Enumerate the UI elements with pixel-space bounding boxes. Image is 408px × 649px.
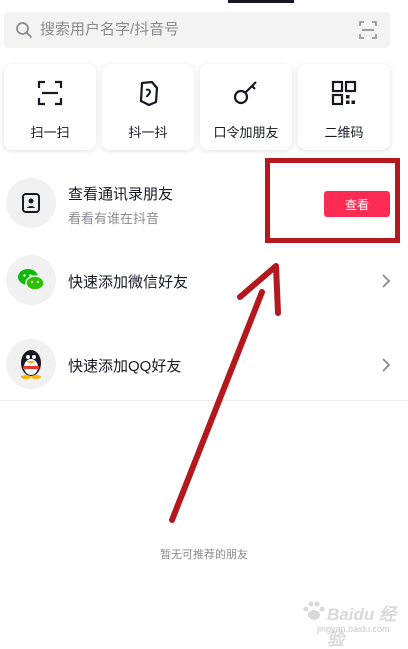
search-icon [16, 22, 32, 38]
chevron-right-icon [382, 274, 391, 288]
contacts-subtitle: 看看有谁在抖音 [68, 211, 160, 226]
paw-icon [303, 601, 325, 620]
section-divider [0, 400, 408, 401]
wechat-title: 快速添加微信好友 [68, 274, 189, 291]
status-bar-indicator [228, 0, 294, 3]
scan-icon[interactable] [358, 20, 378, 40]
qr-code-label: 二维码 [324, 125, 364, 140]
scan-tile[interactable]: 扫一扫 [4, 64, 96, 150]
scan-icon [37, 80, 63, 106]
scan-label: 扫一扫 [30, 125, 70, 140]
qq-penguin-icon [21, 350, 41, 379]
watermark-url: jingyan.baidu.com [317, 624, 390, 634]
key-tile[interactable]: 口令加朋友 [200, 64, 292, 150]
shake-icon [139, 80, 159, 107]
wechat-icon [18, 269, 45, 291]
empty-state-text: 暂无可推荐的朋友 [160, 549, 248, 561]
qq-row[interactable]: 快速添加QQ好友 [0, 329, 408, 399]
qq-avatar [6, 339, 56, 389]
search-placeholder[interactable]: 搜索用户名字/抖音号 [40, 21, 179, 39]
qr-code-icon [331, 80, 357, 106]
qq-title: 快速添加QQ好友 [68, 358, 182, 375]
key-label: 口令加朋友 [213, 125, 279, 140]
wechat-avatar [6, 255, 56, 305]
search-bar[interactable]: 搜索用户名字/抖音号 [4, 12, 390, 48]
shake-tile[interactable]: 抖一抖 [102, 64, 194, 150]
contacts-title: 查看通讯录朋友 [68, 186, 174, 203]
baidu-watermark: Baidu 经验 jingyan.baidu.com [287, 596, 407, 649]
shake-label: 抖一抖 [128, 125, 168, 140]
qr-code-tile[interactable]: 二维码 [298, 64, 390, 150]
chevron-right-icon [382, 358, 391, 372]
contacts-book-icon [22, 193, 40, 213]
annotation-highlight-box [265, 158, 400, 243]
wechat-row[interactable]: 快速添加微信好友 [0, 245, 408, 315]
key-icon [233, 81, 257, 105]
contacts-avatar [6, 178, 56, 228]
